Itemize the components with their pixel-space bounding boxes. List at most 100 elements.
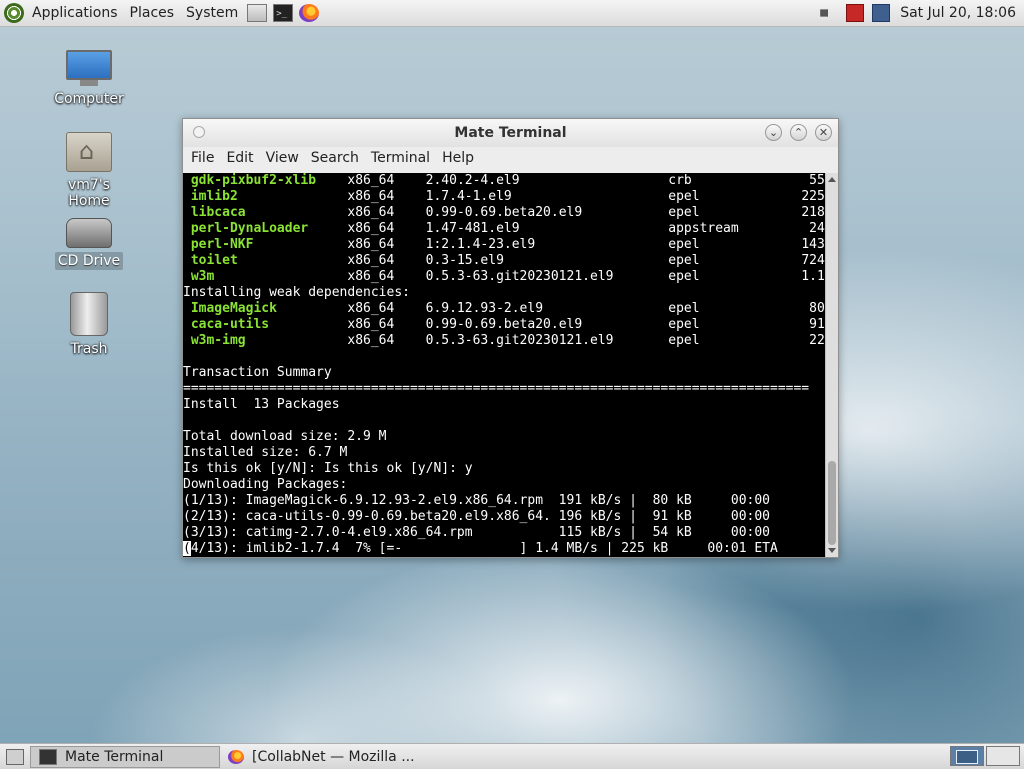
terminal-icon[interactable] bbox=[273, 4, 294, 22]
terminal-menubar: File Edit View Search Terminal Help bbox=[183, 147, 838, 169]
package-name: toilet bbox=[190, 253, 238, 268]
terminal-line-text: 4/13): imlib2-1.7.4 7% [=- ] 1.4 MB/s | … bbox=[190, 541, 778, 556]
panel-tray: Sat Jul 20, 18:06 bbox=[816, 0, 1024, 26]
close-icon[interactable]: ✕ bbox=[815, 124, 832, 141]
package-name: gdk-pixbuf2-xlib bbox=[190, 173, 317, 188]
network-disconnected-icon[interactable] bbox=[846, 4, 865, 22]
terminal-line: Downloading Packages: bbox=[183, 477, 347, 492]
terminal-window[interactable]: Mate Terminal ⌄ ⌃ ✕ File Edit View Searc… bbox=[182, 118, 839, 558]
desktop-icon-label: Trash bbox=[70, 341, 108, 357]
terminal-line-text: Is this ok [y/N]: Is this ok [y/N]: y bbox=[183, 461, 473, 476]
cd-drive-icon bbox=[66, 218, 112, 248]
terminal-line: gdk-pixbuf2-xlib x86_64 2.40.2-4.el9 crb… bbox=[183, 173, 826, 188]
package-name: w3m-img bbox=[190, 333, 246, 348]
terminal-line-text: (3/13): catimg-2.7.0-4.el9.x86_64.rpm 11… bbox=[183, 525, 770, 540]
terminal-line: caca-utils x86_64 0.99-0.69.beta20.el9 e… bbox=[183, 317, 826, 332]
workspace-switcher[interactable] bbox=[948, 745, 1020, 768]
package-name: ImageMagick bbox=[190, 301, 277, 316]
terminal-line: libcaca x86_64 0.99-0.69.beta20.el9 epel… bbox=[183, 205, 826, 220]
taskbar-item-firefox[interactable]: [CollabNet — Mozilla ... bbox=[220, 746, 496, 768]
package-details: x86_64 0.99-0.69.beta20.el9 epel 91 k bbox=[269, 317, 826, 332]
package-name: caca-utils bbox=[190, 317, 270, 332]
desktop-icon-home[interactable]: vm7's Home bbox=[44, 132, 134, 210]
terminal-line: toilet x86_64 0.3-15.el9 epel 724 k bbox=[183, 253, 826, 268]
taskbar-item-label: Mate Terminal bbox=[65, 748, 164, 765]
menu-help[interactable]: Help bbox=[436, 150, 480, 166]
package-name: w3m bbox=[190, 269, 215, 284]
package-name: libcaca bbox=[190, 205, 246, 220]
desktop-icon-label: Computer bbox=[54, 91, 124, 107]
terminal-line: w3m x86_64 0.5.3-63.git20230121.el9 epel… bbox=[183, 269, 826, 284]
top-panel: Applications Places System Sat Jul 20, 1… bbox=[0, 0, 1024, 27]
scroll-down-icon[interactable] bbox=[828, 548, 836, 553]
workspace-2[interactable] bbox=[986, 745, 1020, 766]
terminal-scrollbar[interactable] bbox=[825, 173, 838, 557]
terminal-line-text: (1/13): ImageMagick-6.9.12.93-2.el9.x86_… bbox=[183, 493, 770, 508]
applications-menu[interactable]: Applications bbox=[26, 0, 124, 26]
menu-file[interactable]: File bbox=[185, 150, 220, 166]
package-details: x86_64 1.7.4-1.el9 epel 225 k bbox=[237, 189, 826, 204]
bottom-panel: Mate Terminal [CollabNet — Mozilla ... bbox=[0, 743, 1024, 769]
desktop-icon-computer[interactable]: Computer bbox=[44, 50, 134, 108]
terminal-icon bbox=[39, 748, 57, 765]
terminal-line: ImageMagick x86_64 6.9.12.93-2.el9 epel … bbox=[183, 301, 826, 316]
desktop-icon-label: CD Drive bbox=[54, 252, 124, 270]
clock[interactable]: Sat Jul 20, 18:06 bbox=[894, 5, 1024, 21]
package-name: perl-DynaLoader bbox=[190, 221, 309, 236]
package-details: x86_64 0.3-15.el9 epel 724 k bbox=[237, 253, 826, 268]
scroll-thumb[interactable] bbox=[828, 461, 836, 545]
scroll-up-icon[interactable] bbox=[828, 177, 836, 182]
terminal-line-text: Total download size: 2.9 M bbox=[183, 429, 387, 444]
maximize-icon[interactable]: ⌃ bbox=[790, 124, 807, 141]
system-menu[interactable]: System bbox=[180, 0, 244, 26]
terminal-line: imlib2 x86_64 1.7.4-1.el9 epel 225 k bbox=[183, 189, 826, 204]
show-desktop-icon[interactable] bbox=[6, 748, 24, 765]
terminal-line: (4/13): imlib2-1.7.4 7% [=- ] 1.4 MB/s |… bbox=[183, 541, 778, 556]
terminal-output[interactable]: gdk-pixbuf2-xlib x86_64 2.40.2-4.el9 crb… bbox=[183, 173, 826, 557]
terminal-line: ========================================… bbox=[183, 381, 809, 396]
menu-terminal[interactable]: Terminal bbox=[365, 150, 436, 166]
package-details: x86_64 1:2.1.4-23.el9 epel 143 k bbox=[253, 237, 826, 252]
terminal-line: perl-NKF x86_64 1:2.1.4-23.el9 epel 143 … bbox=[183, 237, 826, 252]
workspace-1[interactable] bbox=[950, 745, 984, 766]
terminal-line-text: (2/13): caca-utils-0.99-0.69.beta20.el9.… bbox=[183, 509, 770, 524]
terminal-line-text: Install 13 Packages bbox=[183, 397, 340, 412]
minimize-icon[interactable]: ⌄ bbox=[765, 124, 782, 141]
terminal-line: Total download size: 2.9 M bbox=[183, 429, 387, 444]
network-icon[interactable] bbox=[872, 4, 891, 22]
terminal-line-text: Installing weak dependencies: bbox=[183, 285, 410, 300]
terminal-line: (2/13): caca-utils-0.99-0.69.beta20.el9.… bbox=[183, 509, 770, 524]
window-title: Mate Terminal bbox=[454, 125, 567, 141]
terminal-line: Is this ok [y/N]: Is this ok [y/N]: y bbox=[183, 461, 473, 476]
places-menu[interactable]: Places bbox=[124, 0, 181, 26]
mate-logo-icon[interactable] bbox=[4, 3, 24, 23]
desktop-icon-trash[interactable]: Trash bbox=[44, 292, 134, 358]
file-manager-icon[interactable] bbox=[247, 4, 268, 22]
package-details: x86_64 2.40.2-4.el9 crb 55 k bbox=[316, 173, 826, 188]
terminal-line: Install 13 Packages bbox=[183, 397, 340, 412]
firefox-icon bbox=[228, 749, 244, 764]
volume-icon[interactable] bbox=[820, 4, 835, 22]
desktop-icon-cd-drive[interactable]: CD Drive bbox=[44, 218, 134, 270]
menu-search[interactable]: Search bbox=[305, 150, 365, 166]
taskbar-item-label: [CollabNet — Mozilla ... bbox=[252, 748, 415, 765]
terminal-line: Installing weak dependencies: bbox=[183, 285, 410, 300]
firefox-icon[interactable] bbox=[299, 4, 320, 22]
trash-icon bbox=[70, 292, 108, 336]
terminal-line-text: Installed size: 6.7 M bbox=[183, 445, 348, 460]
window-titlebar[interactable]: Mate Terminal ⌄ ⌃ ✕ bbox=[183, 119, 838, 147]
menu-edit[interactable]: Edit bbox=[220, 150, 259, 166]
package-details: x86_64 0.5.3-63.git20230121.el9 epel 1.1… bbox=[214, 269, 826, 284]
terminal-line: w3m-img x86_64 0.5.3-63.git20230121.el9 … bbox=[183, 333, 826, 348]
package-details: x86_64 6.9.12.93-2.el9 epel 80 k bbox=[276, 301, 826, 316]
terminal-line: Installed size: 6.7 M bbox=[183, 445, 347, 460]
package-details: x86_64 0.99-0.69.beta20.el9 epel 218 k bbox=[245, 205, 826, 220]
menu-view[interactable]: View bbox=[260, 150, 305, 166]
terminal-line-text: Downloading Packages: bbox=[183, 477, 348, 492]
terminal-line: (1/13): ImageMagick-6.9.12.93-2.el9.x86_… bbox=[183, 493, 770, 508]
terminal-line-text: Transaction Summary bbox=[183, 365, 332, 380]
computer-icon bbox=[66, 50, 112, 86]
package-details: x86_64 0.5.3-63.git20230121.el9 epel 22 … bbox=[245, 333, 826, 348]
taskbar-item-terminal[interactable]: Mate Terminal bbox=[30, 745, 220, 768]
terminal-line-text: ========================================… bbox=[183, 381, 810, 396]
